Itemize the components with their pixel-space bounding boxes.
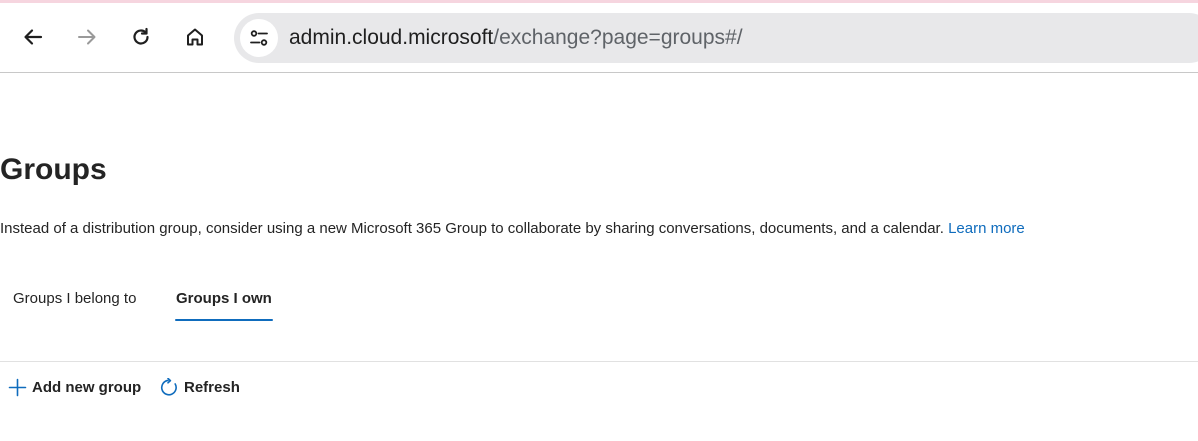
page-description: Instead of a distribution group, conside… [0, 218, 1025, 240]
description-text: Instead of a distribution group, conside… [0, 220, 944, 237]
reload-icon [133, 27, 149, 45]
forward-button[interactable] [69, 19, 105, 55]
back-button[interactable] [15, 19, 51, 55]
site-settings-icon [250, 30, 268, 46]
tab-groups-i-own[interactable]: Groups I own [176, 282, 272, 318]
tab-groups-i-belong-to[interactable]: Groups I belong to [13, 282, 136, 318]
back-arrow-icon [24, 29, 43, 45]
active-tab-indicator [175, 319, 273, 321]
refresh-button[interactable]: Refresh [160, 375, 240, 399]
add-new-group-button[interactable]: Add new group [8, 375, 141, 399]
learn-more-link[interactable]: Learn more [948, 220, 1025, 237]
divider [0, 361, 1198, 362]
refresh-label: Refresh [184, 378, 240, 396]
url-path: /exchange?page=groups#/ [493, 26, 743, 49]
home-icon [187, 28, 203, 46]
plus-icon [8, 378, 27, 396]
url-host: admin.cloud.microsoft [289, 26, 494, 49]
home-button[interactable] [177, 19, 213, 55]
page-title: Groups [0, 153, 107, 186]
reload-button[interactable] [123, 19, 159, 55]
refresh-icon [160, 377, 177, 396]
site-info-button[interactable] [240, 19, 278, 57]
browser-toolbar: admin.cloud.microsoft/exchange?page=grou… [0, 3, 1198, 73]
forward-arrow-icon [78, 29, 96, 45]
url-text[interactable]: admin.cloud.microsoft/exchange?page=grou… [289, 26, 743, 50]
address-bar[interactable]: admin.cloud.microsoft/exchange?page=grou… [234, 13, 1198, 63]
add-new-group-label: Add new group [32, 378, 142, 396]
